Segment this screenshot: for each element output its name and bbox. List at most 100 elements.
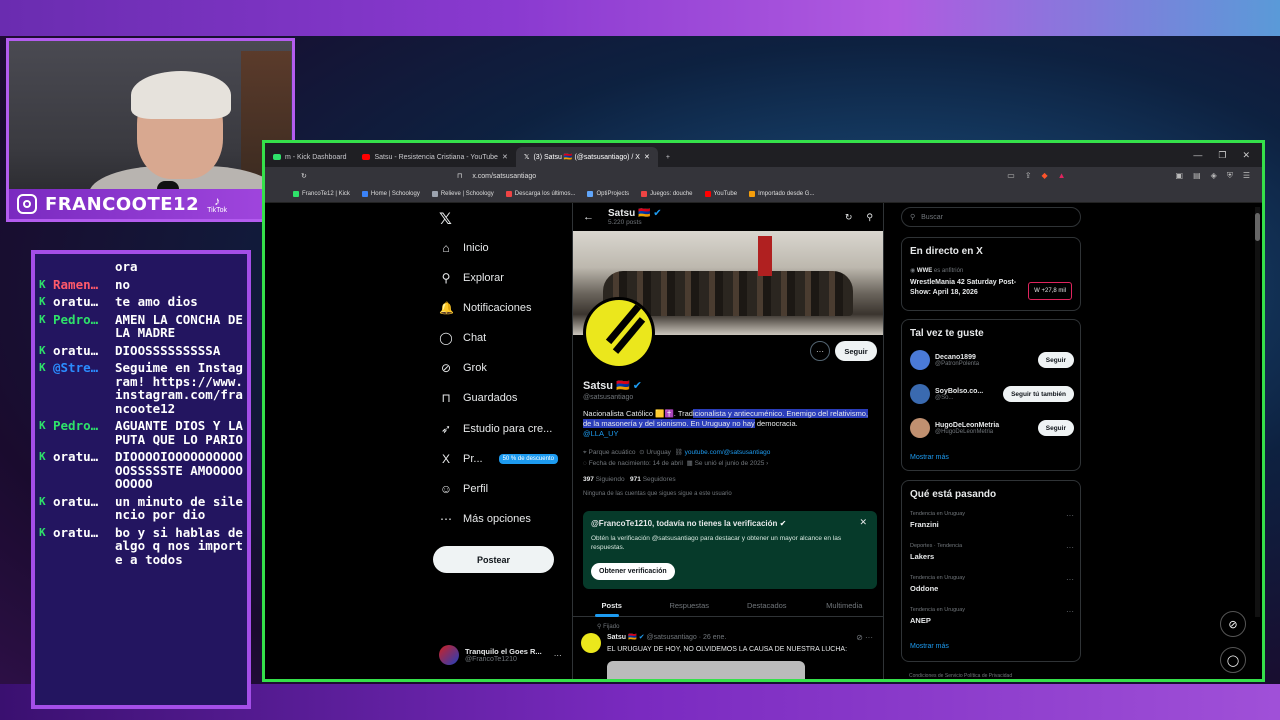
trend-item[interactable]: Tendencia en Uruguay ANEP ··· [910,607,1074,625]
nav-item-explorar[interactable]: ⚲ Explorar [439,271,504,285]
follow-button[interactable]: Seguir tú también [1003,386,1074,402]
x-logo-icon[interactable]: 𝕏 [439,209,452,229]
close-tab-icon[interactable]: ✕ [502,153,508,161]
post-button[interactable]: Postear [433,546,554,573]
youtube-tab-icon [362,154,371,160]
live-card[interactable]: En directo en X ◉ WWE es anfitrión Wrest… [901,237,1081,311]
profile-tab-posts[interactable]: Posts [573,595,651,617]
back-arrow-icon[interactable]: ← [583,211,594,223]
tab-kick-dashboard[interactable]: m - Kick Dashboard [265,147,354,167]
profile-tab-respuestas[interactable]: Respuestas [651,595,729,616]
nav-item-estudio-para-cre-[interactable]: ➶ Estudio para cre... [439,422,552,436]
scrollbar-thumb[interactable] [1255,213,1260,241]
bookmark-item[interactable]: FrancoTe12 | Kick [293,190,350,197]
share-icon[interactable]: ⇪ [1025,171,1032,181]
bookmark-item[interactable]: Juegos: douche [641,190,693,197]
nav-item-grok[interactable]: ⊘ Grok [439,361,487,375]
nav-item-guardados[interactable]: ⊓ Guardados [439,391,517,405]
new-tab-button[interactable]: + [658,147,678,167]
chat-username[interactable]: oratu… [53,495,115,522]
brave-shield-icon[interactable]: ◆ [1041,171,1047,181]
grok-float-icon[interactable]: ⊘ [1220,611,1246,637]
followers-link[interactable]: 971 Seguidores [630,476,676,483]
chat-username[interactable]: oratu… [53,295,115,309]
bookmark-item[interactable]: OptiProjects [587,190,629,197]
profile-avatar[interactable] [583,297,655,369]
trend-item[interactable]: Tendencia en Uruguay Franzini ··· [910,511,1074,529]
nav-item-perfil[interactable]: ☺ Perfil [439,482,488,496]
close-window-icon[interactable]: ✕ [1242,150,1250,161]
wallet-icon[interactable]: ◈ [1211,171,1217,181]
reload-icon[interactable]: ↻ [301,172,307,180]
bookmark-item[interactable]: Importado desde G... [749,190,814,197]
profile-search-icon[interactable]: ⚲ [866,212,873,223]
trend-more-icon[interactable]: ··· [1066,543,1074,552]
chat-username[interactable]: oratu… [53,450,115,491]
suggested-account[interactable]: Decano1899 @PatronPolenta Seguir [910,350,1074,370]
chat-username[interactable]: Ramen… [53,278,115,292]
post-image[interactable] [607,661,805,679]
get-verified-button[interactable]: Obtener verificación [591,563,675,580]
chat-username[interactable]: Pedro… [53,313,115,340]
show-more-link[interactable]: Mostrar más [910,454,949,461]
account-switcher[interactable]: Tranquilo el Goes R... @FrancoTe1210 ··· [439,645,562,665]
follow-button[interactable]: Seguir [835,341,877,361]
vpn-icon[interactable]: ⛨ [1227,171,1233,181]
minimize-icon[interactable]: — [1193,150,1202,161]
suggested-account[interactable]: SoyBolso.co... @So... Seguir tú también [910,384,1074,404]
scrollbar[interactable] [1255,207,1260,617]
verified-icon: ✔ [638,634,645,641]
post-avatar[interactable] [581,633,601,653]
profile-tab-multimedia[interactable]: Multimedia [806,595,884,616]
bookmark-item[interactable]: Relieve | Schoology [431,190,494,197]
trend-more-icon[interactable]: ··· [1066,575,1074,584]
follow-button[interactable]: Seguir [1037,420,1074,436]
nav-item-notificaciones[interactable]: 🔔 Notificaciones [439,301,531,315]
bookmark-item[interactable]: Descarga los últimos... [505,190,575,197]
profile-website-link[interactable]: youtube.com/@satsusantiago [685,449,771,456]
trend-more-icon[interactable]: ··· [1066,607,1074,616]
chat-username[interactable] [53,260,115,274]
avatar[interactable] [910,350,930,370]
nav-item-inicio[interactable]: ⌂ Inicio [439,241,488,255]
profile-more-button[interactable]: ··· [810,341,830,361]
following-link[interactable]: 397 Siguiendo [583,476,625,483]
nav-item-chat[interactable]: ◯ Chat [439,331,486,345]
screen-icon[interactable]: ▭ [1007,171,1015,181]
search-input[interactable]: ⚲ Buscar [901,207,1081,227]
refresh-icon[interactable]: ↻ [845,212,853,223]
trend-item[interactable]: Deportes · Tendencia Lakers ··· [910,543,1074,561]
avatar[interactable] [910,418,930,438]
bookmark-item[interactable]: YouTube [704,190,737,197]
tab-x-profile[interactable]: 𝕏 (3) Satsu 🇦🇲 (@satsusantiago) / X ✕ [515,147,658,167]
sidebar-icon[interactable]: ▤ [1193,171,1201,181]
follow-button[interactable]: Seguir [1037,352,1074,368]
close-icon[interactable]: ✕ [859,517,867,528]
profile-tab-destacados[interactable]: Destacados [728,595,806,616]
nav-item-más-opciones[interactable]: ⋯ Más opciones [439,512,531,526]
chat-username[interactable]: @Stre… [53,361,115,415]
x-premium-icon: X [441,452,450,466]
trend-item[interactable]: Tendencia en Uruguay Oddone ··· [910,575,1074,593]
trend-more-icon[interactable]: ··· [1066,511,1074,520]
url-field[interactable]: x.com/satsusantiago [472,173,536,180]
chat-username[interactable]: oratu… [53,344,115,358]
close-tab-icon[interactable]: ✕ [644,153,650,161]
tab-youtube[interactable]: Satsu - Resistencia Cristiana - YouTube … [354,147,515,167]
extensions-icon[interactable]: ▣ [1176,171,1184,181]
avatar[interactable] [910,384,930,404]
trends-show-more-link[interactable]: Mostrar más [910,643,949,650]
rewards-icon[interactable]: ▲ [1058,171,1066,181]
footer-links[interactable]: Condiciones de Servicio Política de Priv… [909,673,1012,679]
post-more-icon[interactable]: ⊘ ··· [856,633,873,642]
menu-icon[interactable]: ☰ [1243,171,1250,181]
bio-mention-link[interactable]: @LLA_UY [583,429,619,438]
chat-username[interactable]: oratu… [53,526,115,567]
maximize-icon[interactable]: ❐ [1218,150,1226,161]
nav-item-pr-[interactable]: X Pr... 50 % de descuento [439,452,558,466]
chat-username[interactable]: Pedro… [53,419,115,446]
suggested-account[interactable]: HugoDeLeonMetria @HugoDeLeonMetria Seguir [910,418,1074,438]
messages-float-icon[interactable]: ◯ [1220,647,1246,673]
bookmark-item[interactable]: Home | Schoology [361,190,420,197]
bookmark-page-icon[interactable]: ⊓ [457,172,462,180]
